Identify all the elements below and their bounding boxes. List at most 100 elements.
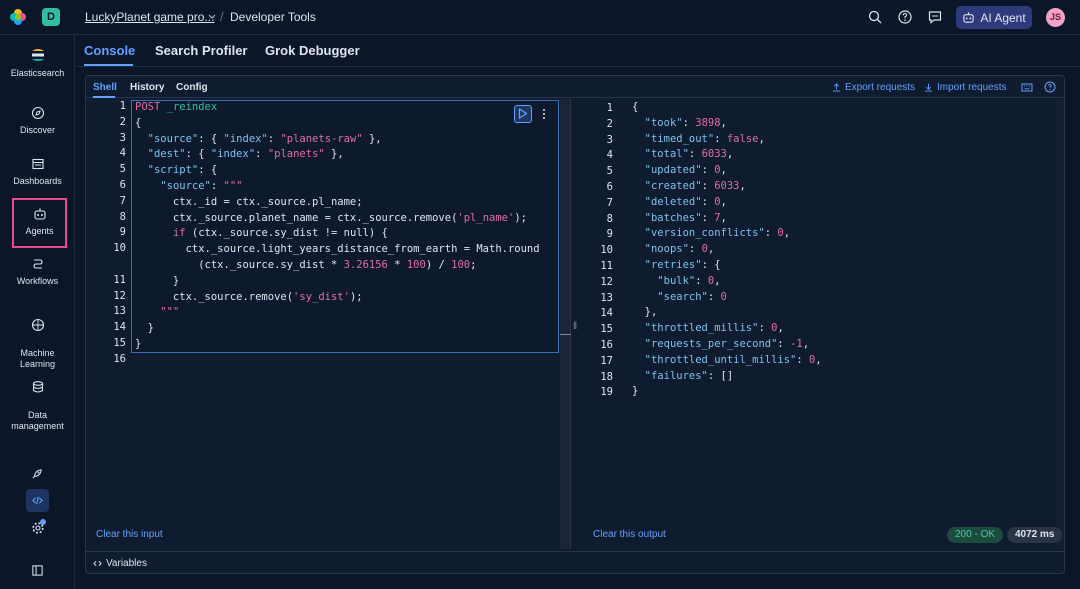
feedback-icon[interactable] [927,9,943,25]
ai-agent-label: AI Agent [980,10,1026,25]
help-icon[interactable] [1044,81,1056,93]
output-line: "throttled_millis": 0, [644,322,784,335]
nav-item-discover[interactable]: Discover [0,106,75,136]
tab-grok-debugger[interactable]: Grok Debugger [265,43,360,58]
code-line: if (ctx._source.sy_dist != null) { [172,227,388,240]
variables-toggle[interactable]: Variables [93,558,147,569]
line-number: 19 [600,386,613,399]
line-number: 12 [113,289,126,302]
variables-label: Variables [106,558,147,569]
line-number: 3 [119,131,126,144]
clear-output-link[interactable]: Clear this output [593,529,666,540]
line-number: 14 [113,321,126,334]
output-line: "deleted": 0, [644,195,727,208]
active-sub-tab-indicator [93,96,115,98]
tab-console[interactable]: Console [84,43,135,58]
response-output[interactable]: 1 2 3 4 5 6 7 8 9 10 11 12 13 14 15 16 17 18 19 { "took": … [583,99,1064,520]
help-icon[interactable] [897,9,913,25]
code-line: "script": { [147,164,218,177]
developer-tools-button[interactable] [26,489,49,512]
ai-agent-button[interactable]: AI Agent [956,6,1032,29]
avatar[interactable]: JS [1046,8,1065,27]
tab-search-profiler[interactable]: Search Profiler [155,43,248,58]
output-line: "updated": 0, [644,164,727,177]
import-requests-button[interactable]: Import requests [924,82,1006,93]
dev-tools-tabs: Console Search Profiler Grok Debugger [76,35,1080,67]
line-number: 2 [606,117,613,130]
nav-item-machine-learning[interactable]: Machine Learning [0,307,75,370]
database-icon [32,381,43,393]
line-number: 11 [600,259,613,272]
space-badge[interactable]: D [42,8,60,26]
nav-item-elasticsearch[interactable]: Elasticsearch [0,47,75,79]
tab-shell[interactable]: Shell [93,82,117,93]
line-number: 13 [600,291,613,304]
line-number: 9 [606,228,613,241]
nav-item-data-management[interactable]: Data management [0,369,75,432]
line-number: 4 [119,147,126,160]
code-line: } [135,322,154,335]
line-number: 7 [119,194,126,207]
chevron-down-icon[interactable] [207,10,217,24]
export-requests-button[interactable]: Export requests [832,82,915,93]
nav-label: Discover [19,125,55,135]
output-scroll-track[interactable] [1057,99,1064,549]
nav-label: Elasticsearch [10,68,65,78]
settings-button[interactable] [26,516,49,539]
robot-icon [33,208,46,220]
nav-label: Data management [11,410,64,431]
line-number: 10 [113,242,126,255]
line-number: 14 [600,307,613,320]
variables-bar[interactable]: Variables [86,551,1064,573]
elastic-logo-icon[interactable] [9,8,27,26]
editor-cursor-line [560,334,571,335]
tab-history[interactable]: History [130,82,164,93]
resize-grip-icon[interactable]: ‖ [573,321,577,332]
line-number: 18 [600,370,613,383]
output-line: "requests_per_second": -1, [644,338,810,350]
output-line: }, [632,306,658,319]
output-line: { [632,101,639,113]
editor-line-numbers: 1 2 3 4 5 6 7 8 9 10 11 12 13 14 15 16 [86,99,126,368]
line-number: 4 [606,149,613,162]
more-actions-icon[interactable] [541,107,547,121]
line-number: 16 [600,338,613,351]
breadcrumb-project[interactable]: LuckyPlanet game pro... [85,10,214,24]
tab-config[interactable]: Config [176,82,208,93]
nav-label: Workflows [16,276,59,286]
output-line-numbers: 1 2 3 4 5 6 7 8 9 10 11 12 13 14 15 16 17 18 19 [583,101,613,401]
console-sub-tabs: Shell History Config Export requests Imp… [86,76,1064,98]
nav-item-agents[interactable]: Agents [12,198,67,248]
line-number: 13 [113,305,126,318]
output-line: "took": 3898, [644,116,727,129]
nav-label: Machine Learning [19,348,56,369]
line-number [86,257,126,273]
collapse-nav-button[interactable] [26,559,49,582]
output-line: } [632,385,639,398]
line-number: 6 [606,180,613,193]
line-number: 7 [606,196,613,209]
output-line: "version_conflicts": 0, [644,227,791,240]
code-line: POST _reindex [135,101,218,113]
clear-input-link[interactable]: Clear this input [96,529,163,540]
output-line: "retries": { [644,259,721,271]
send-request-button[interactable] [514,105,532,123]
elasticsearch-logo-icon [31,49,44,61]
line-number: 10 [600,244,613,257]
request-editor[interactable]: 1 2 3 4 5 6 7 8 9 10 11 12 13 14 15 16 POST _reindex { … [86,99,560,520]
notification-dot [40,519,46,525]
nav-item-workflows[interactable]: Workflows [0,257,75,287]
keyboard-shortcuts-icon[interactable] [1021,81,1033,93]
search-icon[interactable] [867,9,883,25]
workflow-icon [32,259,43,269]
robot-icon [963,12,975,23]
side-nav: Elasticsearch Discover Dashboards Agents… [0,35,75,589]
export-requests-label: Export requests [845,82,916,93]
nav-item-dashboards[interactable]: Dashboards [0,157,75,187]
rocket-button[interactable] [26,462,49,485]
code-line: { [135,116,142,129]
breadcrumb-page: Developer Tools [230,10,316,24]
output-line: "failures": [] [644,369,734,382]
breadcrumb-separator: / [220,9,224,24]
code-line: } [135,338,142,350]
